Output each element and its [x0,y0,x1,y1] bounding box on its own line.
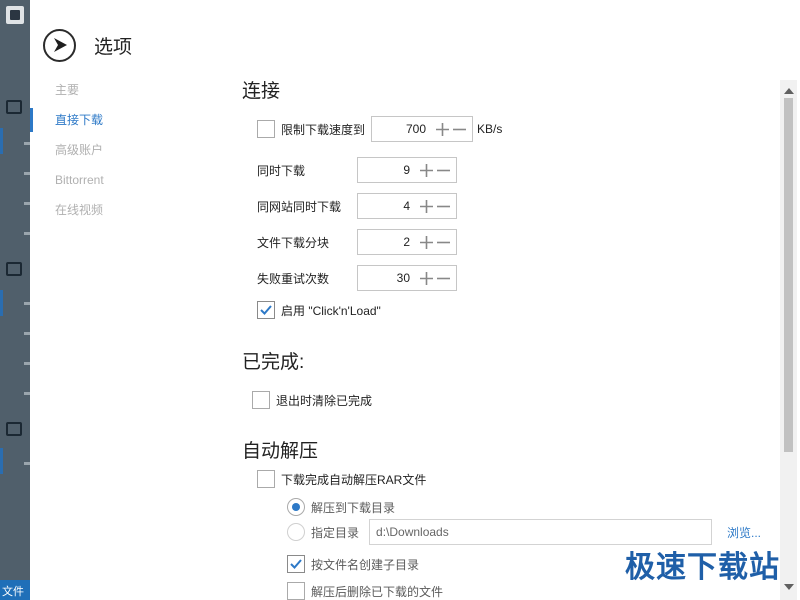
specify-dir-label: 指定目录 [311,525,360,540]
limit-speed-row: 限制下载速度到 700 KB/s [257,116,502,142]
delete-after-extract-row: 解压后删除已下载的文件 [287,582,443,600]
extract-to-download-dir-label: 解压到下载目录 [311,500,396,515]
simultaneous-downloads-stepper[interactable]: 9 [357,157,457,183]
site-watermark: 极速下载站 [625,550,780,585]
extract-path-value: d:\Downloads [376,525,449,539]
background-active-marker [0,290,3,316]
background-status-bar: 文件 [0,580,30,600]
back-button[interactable] [43,28,76,62]
vertical-scrollbar[interactable] [780,80,797,600]
minus-icon[interactable] [435,193,452,219]
minus-icon[interactable] [435,157,452,183]
options-content: 连接 限制下载速度到 700 KB/s 同时下载 9 同网站同时下载 4 文件下… [242,0,782,600]
checkmark-icon [290,559,302,569]
clear-on-exit-row: 退出时清除已完成 [252,391,372,409]
section-title-completed: 已完成: [242,352,305,373]
delete-after-extract-checkbox[interactable] [287,582,305,600]
background-footer-text: 文件 [2,586,24,598]
clear-on-exit-label: 退出时清除已完成 [276,393,373,408]
section-title-auto-extract: 自动解压 [242,441,319,462]
retry-count-stepper[interactable]: 30 [357,265,457,291]
nav-item-direct-download[interactable]: 直接下载 [30,108,220,138]
nav-item-bittorrent[interactable]: Bittorrent [30,168,220,198]
file-chunks-stepper[interactable]: 2 [357,229,457,255]
extract-rar-checkbox[interactable] [257,470,275,488]
plus-icon[interactable] [418,265,435,291]
extract-to-download-dir-row: 解压到下载目录 [287,498,395,516]
simultaneous-downloads-value[interactable]: 9 [358,163,418,177]
scroll-up-arrow-icon[interactable] [784,88,794,94]
extract-to-download-dir-radio[interactable] [287,498,305,516]
minus-icon[interactable] [451,116,468,142]
per-site-downloads-value[interactable]: 4 [358,199,418,213]
scroll-down-arrow-icon[interactable] [784,584,794,590]
extract-rar-label: 下载完成自动解压RAR文件 [281,472,427,487]
background-pages-icon [6,100,22,114]
per-site-downloads-stepper[interactable]: 4 [357,193,457,219]
file-chunks-value[interactable]: 2 [358,235,418,249]
section-title-connection: 连接 [242,81,281,102]
retry-count-label: 失败重试次数 [257,271,330,286]
limit-speed-checkbox[interactable] [257,120,275,138]
background-tag-icon [6,422,22,436]
app-logo-icon [6,6,24,24]
checkmark-icon [260,305,272,315]
specify-dir-radio[interactable] [287,523,305,541]
extract-rar-row: 下载完成自动解压RAR文件 [257,470,426,488]
create-subfolder-row: 按文件名创建子目录 [287,555,419,573]
nav-item-online-video[interactable]: 在线视频 [30,198,220,228]
clicknload-row: 启用 "Click'n'Load" [257,301,381,319]
retry-count-row: 失败重试次数 30 [257,265,457,291]
create-subfolder-checkbox[interactable] [287,555,305,573]
limit-speed-stepper[interactable]: 700 [371,116,474,142]
clicknload-checkbox[interactable] [257,301,275,319]
nav-item-general[interactable]: 主要 [30,78,220,108]
minus-icon[interactable] [435,265,452,291]
limit-speed-label: 限制下载速度到 [281,122,366,137]
nav-item-premium-accounts[interactable]: 高级账户 [30,138,220,168]
clicknload-label: 启用 "Click'n'Load" [281,303,381,318]
simultaneous-downloads-row: 同时下载 9 [257,157,457,183]
chevron-right-icon [53,38,67,52]
options-dialog: 选项 主要 直接下载 高级账户 Bittorrent 在线视频 连接 限制下载速… [30,0,800,600]
plus-icon[interactable] [418,193,435,219]
create-subfolder-label: 按文件名创建子目录 [311,557,420,572]
plus-icon[interactable] [434,116,451,142]
dialog-header: 选项 [43,28,132,62]
options-nav: 主要 直接下载 高级账户 Bittorrent 在线视频 [30,78,220,228]
clear-on-exit-checkbox[interactable] [252,391,270,409]
speed-unit-label: KB/s [477,122,503,136]
delete-after-extract-label: 解压后删除已下载的文件 [311,584,444,599]
background-sidebar [0,0,30,600]
plus-icon[interactable] [418,229,435,255]
background-active-marker [0,128,3,154]
minus-icon[interactable] [435,229,452,255]
browse-link[interactable]: 浏览... [727,524,761,541]
background-active-marker [0,448,3,474]
retry-count-value[interactable]: 30 [358,271,418,285]
per-site-downloads-label: 同网站同时下载 [257,199,342,214]
plus-icon[interactable] [418,157,435,183]
per-site-downloads-row: 同网站同时下载 4 [257,193,457,219]
background-label-icon [6,262,22,276]
limit-speed-value[interactable]: 700 [372,122,434,136]
scrollbar-thumb[interactable] [784,98,793,452]
file-chunks-row: 文件下载分块 2 [257,229,457,255]
dialog-title: 选项 [94,36,133,58]
simultaneous-downloads-label: 同时下载 [257,163,306,178]
file-chunks-label: 文件下载分块 [257,235,330,250]
